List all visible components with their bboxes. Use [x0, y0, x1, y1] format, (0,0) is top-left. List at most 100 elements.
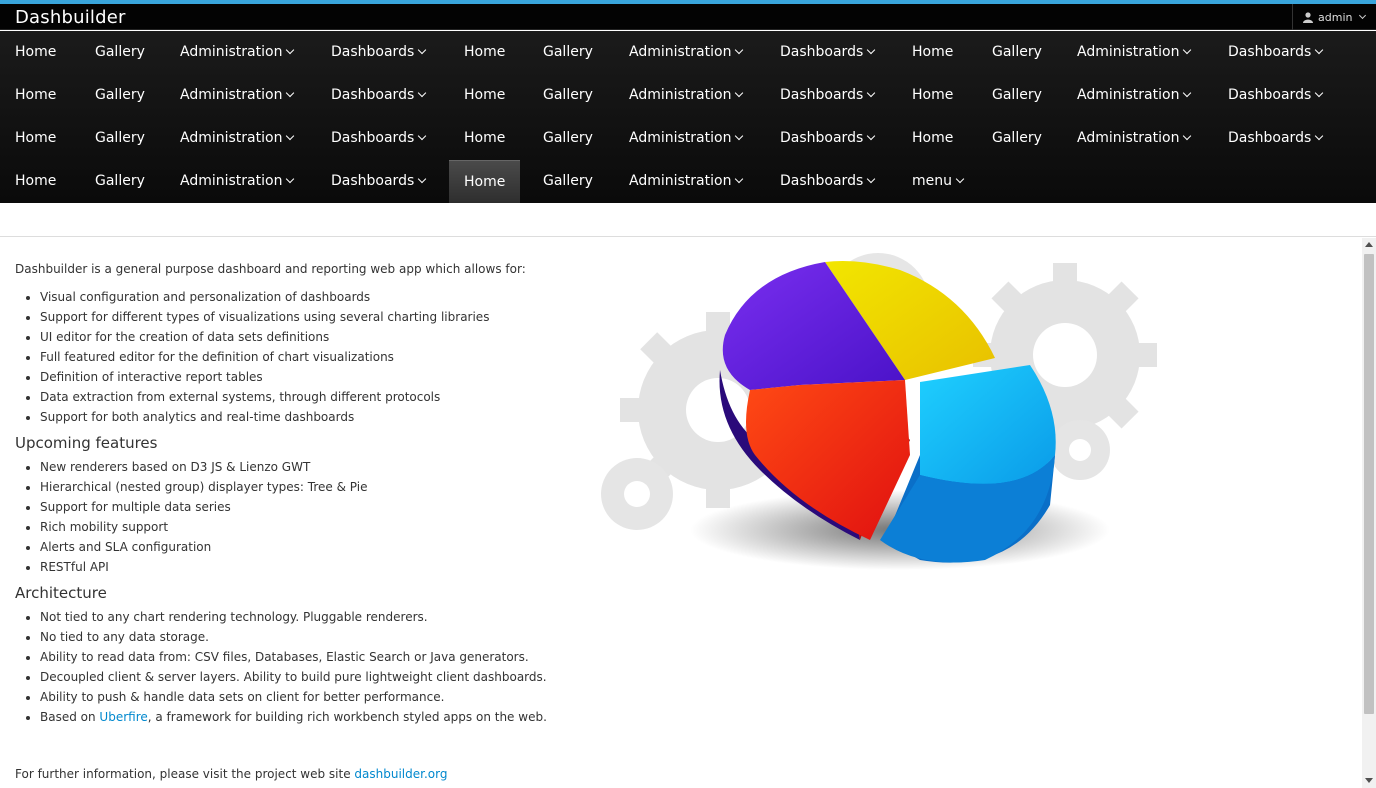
nav-item-dashboards[interactable]: Dashboards — [316, 160, 440, 203]
nav-item-administration[interactable]: Administration — [165, 117, 308, 160]
nav-item-administration[interactable]: Administration — [1062, 31, 1205, 74]
user-name: admin — [1318, 10, 1353, 24]
nav-item-gallery[interactable]: Gallery — [528, 117, 608, 160]
nav-item-administration[interactable]: Administration — [614, 31, 757, 74]
nav-item-label: Gallery — [95, 173, 145, 189]
nav-item-administration[interactable]: Administration — [614, 117, 757, 160]
nav-item-label: Home — [464, 44, 506, 60]
nav-item-administration[interactable]: Administration — [614, 74, 757, 117]
nav-item-home[interactable]: Home — [0, 117, 71, 160]
nav-item-administration[interactable]: Administration — [165, 74, 308, 117]
chevron-down-icon — [867, 174, 876, 184]
nav-item-menu[interactable]: menu — [897, 160, 978, 203]
nav-item-label: Home — [464, 174, 506, 190]
nav-item-gallery[interactable]: Gallery — [80, 117, 160, 160]
nav-item-home[interactable]: Home — [449, 160, 521, 203]
nav-item-gallery[interactable]: Gallery — [80, 160, 160, 203]
list-item: UI editor for the creation of data sets … — [40, 327, 595, 347]
more-info-text: For further information, please visit th… — [15, 767, 448, 781]
scrollbar-thumb[interactable] — [1364, 254, 1374, 714]
nav-item-gallery[interactable]: Gallery — [80, 31, 160, 74]
main-navbar: Home Gallery Administration Dashboards Home G… — [0, 31, 1376, 203]
nav-item-label: Administration — [180, 130, 283, 146]
nav-item-label: Home — [15, 130, 57, 146]
chevron-down-icon — [735, 174, 744, 184]
chevron-down-icon — [1183, 131, 1192, 141]
nav-item-dashboards[interactable]: Dashboards — [765, 117, 889, 160]
nav-item-gallery[interactable]: Gallery — [528, 160, 608, 203]
nav-item-label: Home — [912, 87, 954, 103]
nav-item-gallery[interactable]: Gallery — [528, 74, 608, 117]
nav-item-label: Dashboards — [331, 173, 415, 189]
nav-item-dashboards[interactable]: Dashboards — [316, 31, 440, 74]
nav-item-home[interactable]: Home — [897, 31, 968, 74]
nav-item-label: Dashboards — [1228, 130, 1312, 146]
nav-item-dashboards[interactable]: Dashboards — [765, 160, 889, 203]
toolbar-spacer — [0, 203, 1376, 237]
nav-item-gallery[interactable]: Gallery — [977, 31, 1057, 74]
list-item: Decoupled client & server layers. Abilit… — [40, 667, 595, 687]
nav-item-administration[interactable]: Administration — [165, 160, 308, 203]
nav-item-dashboards[interactable]: Dashboards — [1213, 117, 1337, 160]
nav-item-administration[interactable]: Administration — [614, 160, 757, 203]
nav-item-home[interactable]: Home — [0, 74, 71, 117]
nav-item-home[interactable]: Home — [449, 117, 520, 160]
nav-item-gallery[interactable]: Gallery — [977, 74, 1057, 117]
list-item: Hierarchical (nested group) displayer ty… — [40, 477, 595, 497]
chevron-down-icon — [1315, 45, 1324, 55]
chevron-down-icon — [735, 131, 744, 141]
scroll-up-button[interactable] — [1362, 238, 1376, 252]
user-menu[interactable]: admin — [1292, 4, 1376, 30]
nav-item-home[interactable]: Home — [449, 31, 520, 74]
list-item: Ability to push & handle data sets on cl… — [40, 687, 595, 707]
nav-item-label: Administration — [629, 87, 732, 103]
nav-item-label: Gallery — [992, 44, 1042, 60]
list-item: Support for both analytics and real-time… — [40, 407, 595, 427]
nav-item-gallery[interactable]: Gallery — [977, 117, 1057, 160]
nav-item-label: Home — [15, 44, 57, 60]
chevron-down-icon — [286, 131, 295, 141]
scroll-down-button[interactable] — [1362, 774, 1376, 788]
nav-item-dashboards[interactable]: Dashboards — [1213, 74, 1337, 117]
list-item: Support for different types of visualiza… — [40, 307, 595, 327]
list-item: Support for multiple data series — [40, 497, 595, 517]
chevron-down-icon — [735, 45, 744, 55]
nav-item-administration[interactable]: Administration — [165, 31, 308, 74]
list-item: Not tied to any chart rendering technolo… — [40, 607, 595, 627]
vertical-scrollbar[interactable] — [1362, 238, 1376, 788]
nav-item-label: Gallery — [543, 44, 593, 60]
chevron-down-icon — [1315, 131, 1324, 141]
upcoming-heading: Upcoming features — [15, 434, 158, 452]
home-text: Dashbuilder is a general purpose dashboa… — [15, 260, 595, 783]
nav-item-label: Gallery — [543, 87, 593, 103]
nav-item-dashboards[interactable]: Dashboards — [316, 74, 440, 117]
nav-item-label: Home — [912, 44, 954, 60]
nav-item-gallery[interactable]: Gallery — [528, 31, 608, 74]
nav-item-label: Administration — [1077, 87, 1180, 103]
list-item: Full featured editor for the definition … — [40, 347, 595, 367]
nav-item-dashboards[interactable]: Dashboards — [1213, 31, 1337, 74]
dashbuilder-site-link[interactable]: dashbuilder.org — [354, 767, 447, 781]
nav-item-label: Dashboards — [331, 44, 415, 60]
nav-item-administration[interactable]: Administration — [1062, 74, 1205, 117]
nav-item-dashboards[interactable]: Dashboards — [316, 117, 440, 160]
nav-item-label: Home — [912, 130, 954, 146]
nav-item-gallery[interactable]: Gallery — [80, 74, 160, 117]
nav-item-home[interactable]: Home — [897, 74, 968, 117]
nav-item-label: Dashboards — [780, 130, 864, 146]
uberfire-link[interactable]: Uberfire — [99, 710, 147, 724]
nav-item-dashboards[interactable]: Dashboards — [765, 74, 889, 117]
nav-item-home[interactable]: Home — [0, 31, 71, 74]
list-item: Based on Uberfire, a framework for build… — [40, 707, 595, 727]
app-brand[interactable]: Dashbuilder — [15, 7, 126, 28]
nav-item-administration[interactable]: Administration — [1062, 117, 1205, 160]
nav-item-home[interactable]: Home — [897, 117, 968, 160]
nav-row: Home Gallery Administration Dashboards Home G… — [0, 74, 1376, 117]
nav-item-home[interactable]: Home — [0, 160, 71, 203]
nav-item-home[interactable]: Home — [449, 74, 520, 117]
nav-item-dashboards[interactable]: Dashboards — [765, 31, 889, 74]
architecture-heading: Architecture — [15, 584, 107, 602]
nav-item-label: Administration — [180, 44, 283, 60]
chevron-down-icon — [1365, 778, 1373, 783]
list-item: No tied to any data storage. — [40, 627, 595, 647]
